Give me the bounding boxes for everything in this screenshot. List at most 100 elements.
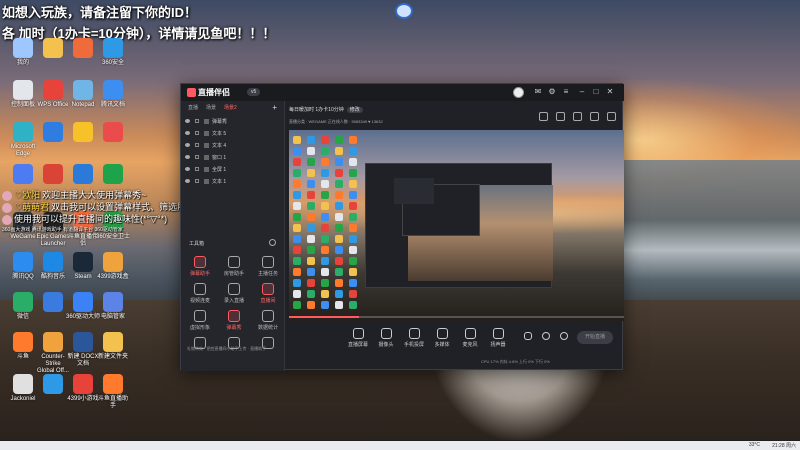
desktop-shortcut[interactable]: 腾讯文档 <box>96 80 130 109</box>
minimize-icon[interactable]: – <box>577 87 587 97</box>
chat-text: 使用我可以提升直播间的趣味性(*°▽°*) <box>14 214 168 224</box>
desktop-shortcut[interactable] <box>36 38 70 60</box>
desktop-shortcut[interactable]: 360安全 <box>96 38 130 67</box>
version-badge[interactable]: v5 <box>247 88 261 96</box>
toolbox-item[interactable]: 主播任务 <box>251 256 285 277</box>
record-button[interactable] <box>521 332 535 342</box>
toolbox-item[interactable]: 房管助手 <box>217 256 251 277</box>
desktop-shortcut[interactable] <box>66 164 100 186</box>
desktop-shortcut[interactable] <box>66 122 100 144</box>
toolbox-item[interactable]: 直播间 <box>251 283 285 304</box>
desktop-shortcut[interactable] <box>96 164 130 186</box>
user-avatar[interactable] <box>513 87 524 98</box>
desktop-shortcut[interactable]: Microsoft Edge <box>6 122 40 158</box>
multimedia-button[interactable]: 多媒体 <box>428 328 456 348</box>
speaker-button[interactable]: 扬声器 <box>484 328 512 348</box>
screen-capture-button[interactable]: 直播屏幕 <box>344 328 372 348</box>
desktop-shortcut[interactable] <box>6 164 40 186</box>
tab-live[interactable]: 直播 <box>185 103 201 113</box>
preview-scroll-thumb[interactable] <box>289 316 359 318</box>
edit-title-button[interactable]: 修改 <box>346 107 363 113</box>
stream-preview[interactable] <box>289 130 624 321</box>
lock-icon[interactable] <box>195 179 199 183</box>
layer-item[interactable]: 窗口 1 <box>185 151 280 163</box>
title-bar[interactable]: 直播伴侣 v5 ✉ ⚙ ≡ – □ ✕ <box>181 84 624 101</box>
phone-mirror-button[interactable]: 手机投屏 <box>400 328 428 348</box>
tab-scene[interactable]: 场景 <box>203 103 219 113</box>
eye-icon[interactable] <box>185 167 190 171</box>
toolbox-item[interactable]: 数据统计 <box>251 310 285 331</box>
toolbox-item[interactable]: 弹幕秀 <box>217 310 251 331</box>
eye-icon[interactable] <box>185 143 190 147</box>
desktop-shortcut[interactable]: 斗鱼 <box>6 332 40 361</box>
preview-scroll-bar[interactable] <box>289 316 624 318</box>
layer-item[interactable]: 弹幕秀 <box>185 115 280 127</box>
desktop-shortcut[interactable]: 腾讯QQ <box>6 252 40 281</box>
go-live-button[interactable]: 开始直播 <box>577 331 613 344</box>
eye-icon[interactable] <box>185 155 190 159</box>
toolbox-item[interactable]: 虚拟形象 <box>183 310 217 331</box>
desktop-shortcut[interactable]: WPS Office <box>36 80 70 109</box>
eye-icon[interactable] <box>185 131 190 135</box>
desktop-shortcut[interactable]: Notepad <box>66 80 100 109</box>
desktop-shortcut[interactable]: 微信 <box>6 292 40 321</box>
toolbox-item[interactable]: 弹幕助手 <box>183 256 217 277</box>
layer-item[interactable]: 文本 5 <box>185 127 280 139</box>
close-icon[interactable]: ✕ <box>605 87 615 97</box>
maximize-icon[interactable]: □ <box>591 87 601 97</box>
desktop-shortcut[interactable]: 360驱动大师 <box>66 292 100 321</box>
lock-icon[interactable] <box>195 155 199 159</box>
add-scene-button[interactable]: + <box>269 103 280 113</box>
preview-icon <box>335 191 343 199</box>
settings-button[interactable] <box>557 332 571 342</box>
share-icon[interactable] <box>607 112 616 121</box>
lock-icon[interactable] <box>195 167 199 171</box>
gift-icon[interactable] <box>539 112 548 121</box>
menu-icon[interactable]: ≡ <box>561 87 571 97</box>
lock-icon[interactable] <box>195 131 199 135</box>
desktop-shortcut[interactable] <box>36 292 70 314</box>
toolbox-more-icon[interactable] <box>269 239 276 246</box>
layer-item[interactable]: 文本 4 <box>185 139 280 151</box>
desktop-shortcut[interactable]: 新建 DOCX 文档 <box>66 332 100 368</box>
clock[interactable]: 21:28 周六 <box>772 442 796 449</box>
lock-icon[interactable] <box>195 143 199 147</box>
desktop-shortcut[interactable]: 4399小游戏 <box>66 374 100 403</box>
desktop-shortcut[interactable] <box>66 38 100 60</box>
desktop-shortcut[interactable]: Steam <box>66 252 100 281</box>
help-button[interactable] <box>539 332 553 342</box>
desktop-shortcut[interactable]: Jackoniel <box>6 374 40 403</box>
eye-icon[interactable] <box>185 179 190 183</box>
desktop-shortcut[interactable]: 电脑管家 <box>96 292 130 321</box>
live-companion-window[interactable]: 直播伴侣 v5 ✉ ⚙ ≡ – □ ✕ 直播 场景 场景2 + 弹幕秀 文本 5文… <box>180 83 624 371</box>
desktop-shortcut[interactable]: 新建文件夹 <box>96 332 130 361</box>
share-screen-icon[interactable] <box>573 112 582 121</box>
desktop-shortcut[interactable]: 我的 <box>6 38 40 67</box>
preview-icon <box>307 224 315 232</box>
mail-icon[interactable]: ✉ <box>533 87 543 97</box>
desktop-shortcut[interactable] <box>36 374 70 396</box>
layer-item[interactable]: 全屏 1 <box>185 163 280 175</box>
lock-icon[interactable] <box>195 119 199 123</box>
settings-icon[interactable]: ⚙ <box>547 87 557 97</box>
weather-temp[interactable]: 33°C <box>749 442 760 448</box>
tab-scene-2[interactable]: 场景2 <box>221 103 240 113</box>
layer-item[interactable]: 文本 1 <box>185 175 280 187</box>
desktop-shortcut[interactable] <box>36 164 70 186</box>
bell-icon[interactable] <box>590 112 599 121</box>
desktop-shortcut[interactable]: Counter-Strike Global Off... <box>36 332 70 375</box>
desktop-shortcut[interactable] <box>36 122 70 144</box>
toolbox-item[interactable]: 视频连麦 <box>183 283 217 304</box>
desktop-shortcut[interactable]: 控制面板 <box>6 80 40 109</box>
eye-icon[interactable] <box>185 119 190 123</box>
camera-button[interactable]: 摄像头 <box>372 328 400 348</box>
lock-icon[interactable] <box>556 112 565 121</box>
desktop-shortcut[interactable] <box>96 122 130 144</box>
toolbox-item[interactable]: 录入直播 <box>217 283 251 304</box>
app-icon <box>13 164 33 184</box>
layer-type-icon <box>204 118 209 124</box>
desktop-shortcut[interactable]: 4399游戏盒 <box>96 252 130 281</box>
desktop-shortcut[interactable]: 酷狗音乐 <box>36 252 70 281</box>
desktop-shortcut[interactable]: 斗鱼直播助手 <box>96 374 130 410</box>
microphone-button[interactable]: 麦克风 <box>456 328 484 348</box>
